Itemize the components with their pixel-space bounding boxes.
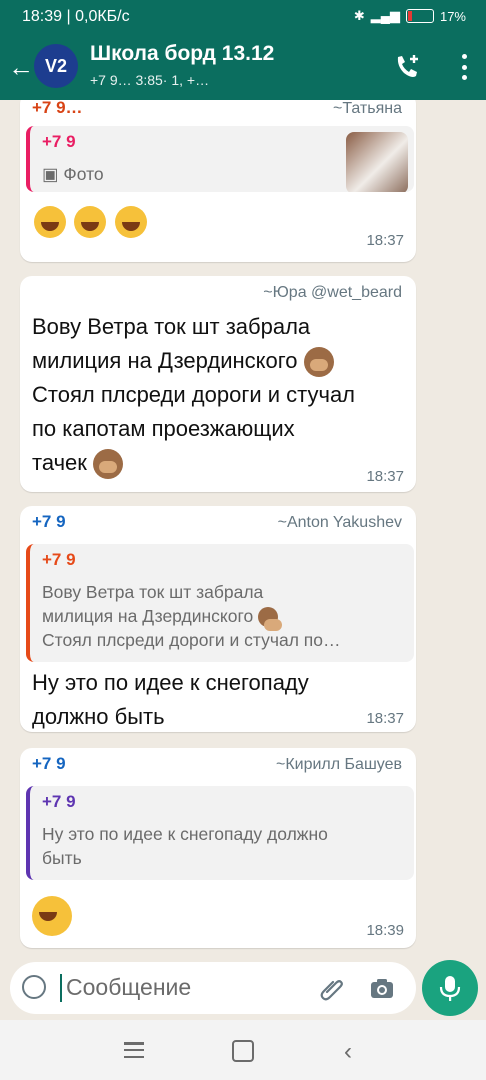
laughing-emoji-icon bbox=[74, 206, 107, 238]
emoji-row bbox=[32, 896, 76, 936]
see-no-evil-monkey-icon bbox=[93, 449, 124, 480]
chat-subtitle: +7 9… 3:85· 1, +… bbox=[90, 72, 210, 88]
message-bubble[interactable]: +7 9… ~Татьяна +7 9 ▣ Фото 18:37 bbox=[20, 100, 416, 262]
photo-icon: ▣ bbox=[42, 164, 59, 184]
group-avatar[interactable]: V2 bbox=[34, 44, 78, 88]
message-input-bar[interactable]: Сообщение bbox=[10, 962, 416, 1014]
message-time: 18:37 bbox=[366, 468, 404, 485]
sender-phone[interactable]: +7 9… bbox=[32, 100, 83, 118]
emoji-icon[interactable] bbox=[22, 975, 46, 999]
more-options-icon[interactable] bbox=[460, 54, 468, 80]
status-time: 18:39 | 0,0КБ/с bbox=[22, 8, 130, 25]
system-navigation-bar: ‹ bbox=[0, 1020, 486, 1080]
camera-icon[interactable] bbox=[368, 974, 396, 1002]
message-input[interactable]: Сообщение bbox=[66, 974, 191, 1001]
recents-icon[interactable] bbox=[124, 1042, 144, 1058]
signal-icon: ▂▄▆ bbox=[370, 8, 400, 23]
message-bubble[interactable]: ~Юра @wet_beard Вову Ветра ток шт забрал… bbox=[20, 276, 416, 492]
message-text: Вову Ветра ток шт забрала милиция на Дзе… bbox=[32, 310, 355, 480]
quoted-message[interactable]: +7 9 Ну это по идее к снегопаду должно б… bbox=[26, 786, 414, 880]
message-time: 18:37 bbox=[366, 710, 404, 727]
voice-message-button[interactable] bbox=[422, 960, 478, 1016]
quote-text: Вову Ветра ток шт забрала милиция на Дзе… bbox=[42, 582, 341, 650]
microphone-icon bbox=[439, 976, 461, 1001]
sender-name[interactable]: ~Anton Yakushev bbox=[278, 514, 402, 532]
see-no-evil-monkey-icon bbox=[303, 347, 334, 378]
text-caret bbox=[60, 974, 62, 1002]
bluetooth-icon: ✱ bbox=[353, 8, 365, 23]
back-arrow-icon[interactable]: ← bbox=[8, 52, 34, 83]
message-time: 18:37 bbox=[366, 232, 404, 249]
battery-percent: 17% bbox=[439, 8, 466, 24]
message-bubble[interactable]: +7 9 ~Anton Yakushev +7 9 Вову Ветра ток… bbox=[20, 506, 416, 732]
tears-of-joy-emoji-icon bbox=[32, 896, 72, 936]
message-list[interactable]: +7 9… ~Татьяна +7 9 ▣ Фото 18:37 ~Юра @w… bbox=[0, 100, 486, 956]
quote-photo-label: ▣ Фото bbox=[42, 164, 104, 184]
nav-back-icon[interactable]: ‹ bbox=[344, 1038, 352, 1066]
sender-phone[interactable]: +7 9 bbox=[32, 754, 66, 774]
quote-photo-thumbnail bbox=[346, 132, 408, 192]
battery-icon bbox=[405, 9, 434, 23]
sender-name[interactable]: ~Кирилл Башуев bbox=[276, 756, 402, 774]
message-text: Ну это по идее к снегопаду должно быть bbox=[32, 670, 309, 729]
quoted-message[interactable]: +7 9 Вову Ветра ток шт забрала милиция н… bbox=[26, 544, 414, 662]
home-icon[interactable] bbox=[232, 1040, 254, 1062]
chat-header: ← V2 Школа борд 13.12 +7 9… 3:85· 1, +… bbox=[0, 34, 486, 100]
quote-author: +7 9 bbox=[42, 550, 76, 569]
quote-author: +7 9 bbox=[42, 792, 76, 811]
status-bar: 18:39 | 0,0КБ/с ✱ ▂▄▆ 17% bbox=[0, 0, 486, 34]
sender-name[interactable]: ~Юра @wet_beard bbox=[263, 284, 402, 302]
laughing-emoji-icon bbox=[114, 206, 147, 238]
emoji-row bbox=[34, 206, 151, 238]
status-icons: ✱ ▂▄▆ 17% bbox=[354, 8, 466, 24]
laughing-emoji-icon bbox=[34, 206, 66, 238]
quote-author: +7 9 bbox=[42, 132, 76, 151]
add-call-icon[interactable] bbox=[392, 52, 422, 82]
message-bubble[interactable]: +7 9 ~Кирилл Башуев +7 9 Ну это по идее … bbox=[20, 748, 416, 948]
chat-title[interactable]: Школа борд 13.12 bbox=[90, 42, 274, 66]
attach-icon[interactable] bbox=[318, 974, 346, 1002]
quote-text: Ну это по идее к снегопаду должно быть bbox=[42, 824, 328, 868]
message-time: 18:39 bbox=[366, 922, 404, 939]
quoted-message[interactable]: +7 9 ▣ Фото bbox=[26, 126, 414, 192]
sender-phone[interactable]: +7 9 bbox=[32, 512, 66, 532]
see-no-evil-monkey-icon bbox=[258, 607, 283, 632]
sender-name[interactable]: ~Татьяна bbox=[333, 100, 402, 118]
